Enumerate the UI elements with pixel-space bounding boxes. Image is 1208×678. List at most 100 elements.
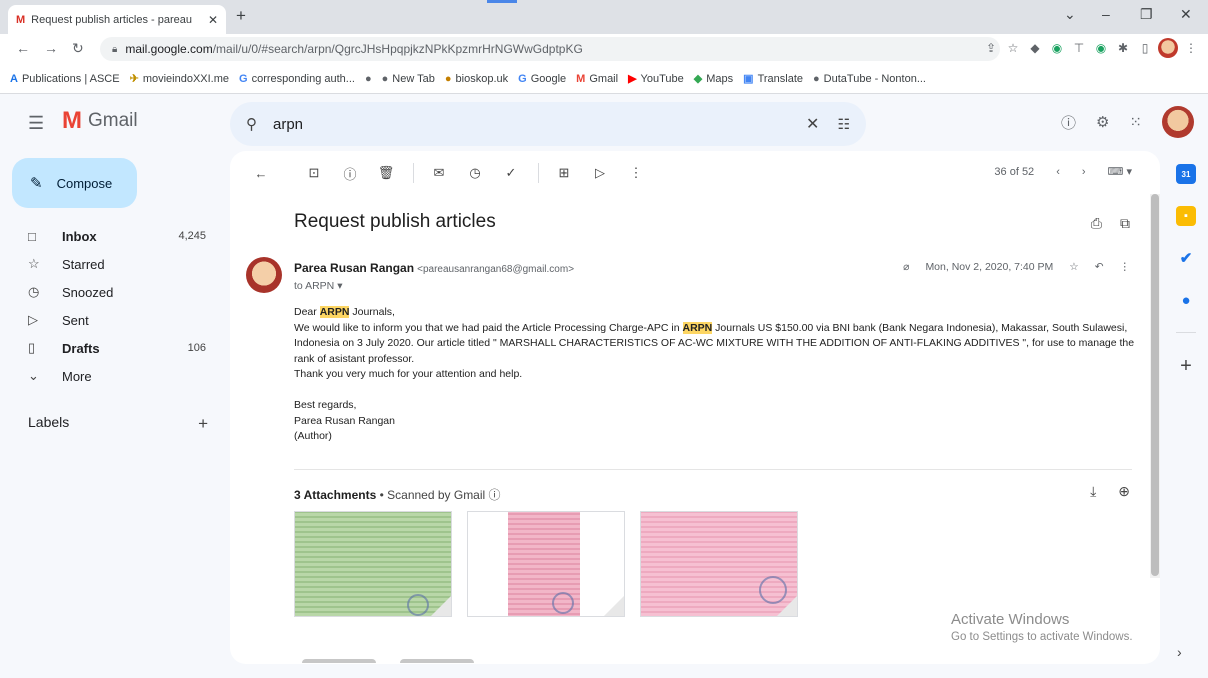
grammarly-extension-icon[interactable]: ◉ [1048,39,1066,57]
archive-icon[interactable]: ⊡ [301,165,327,181]
scrollbar-thumb[interactable] [1151,194,1159,576]
email-date: Mon, Nov 2, 2020, 7:40 PM [925,261,1054,273]
recipients-toggle[interactable]: to ARPN ▾ [294,280,342,292]
star-icon[interactable]: ☆ [1069,261,1078,273]
back-to-search-icon[interactable]: ← [248,166,274,181]
sidebar-item-sent[interactable]: ▷ Sent [0,306,222,334]
extension-icon[interactable]: ◆ [1026,39,1044,57]
clear-search-icon[interactable]: ✕ [806,114,819,134]
bookmark-item[interactable]: ● New Tab [380,73,437,85]
back-icon[interactable]: ← [16,40,30,56]
compose-button[interactable]: ✎ Compose [12,158,137,208]
account-avatar[interactable] [1162,106,1194,138]
translate-icon: ▣ [743,73,754,85]
sidebar-item-inbox[interactable]: □ Inbox 4,245 [0,222,222,250]
bookmark-item[interactable]: ● DutaTube - Nonton... [811,73,928,85]
close-tab-icon[interactable]: ✕ [208,13,218,27]
expand-panel-icon[interactable]: › [1177,644,1182,660]
snooze-icon[interactable]: ◷ [462,165,488,181]
attachment-thumbnail[interactable] [294,511,452,617]
attachment-thumbnail[interactable] [640,511,798,617]
get-addons-icon[interactable]: + [1180,355,1192,378]
mark-unread-icon[interactable]: ✉ [426,165,452,181]
bookmark-item[interactable]: ● bioskop.uk [443,73,510,85]
contacts-icon[interactable]: ● [1176,290,1196,310]
bookmark-item[interactable]: G Google [516,73,568,85]
pencil-icon: ✎ [30,175,43,192]
open-in-new-window-icon[interactable]: ⧉ [1120,215,1130,232]
bookmark-item[interactable]: Gcorresponding auth... [237,73,357,85]
bookmark-item[interactable]: ▶ YouTube [626,72,686,86]
minimize-icon[interactable]: – [1102,6,1110,22]
address-bar[interactable]: 🔒︎ mail.google.com /mail/u/0/#search/arp… [100,37,1000,61]
bookmark-label: Maps [706,72,734,85]
maximize-icon[interactable]: ❐ [1140,6,1153,23]
inbox-icon: □ [28,228,36,244]
reload-icon[interactable]: ↻ [72,40,84,57]
share-icon[interactable]: ⇪ [982,39,1000,57]
info-icon[interactable]: ⓘ [489,488,501,502]
sidebar-item-more[interactable]: ⌄ More [0,362,222,390]
help-icon[interactable]: ⓘ [1061,112,1076,133]
keep-icon[interactable]: ▪ [1176,206,1196,226]
extension-green-icon[interactable]: ◉ [1092,39,1110,57]
add-to-tasks-icon[interactable]: ✓ [498,165,524,181]
bookmark-item[interactable]: ▣ Translate [741,72,805,86]
sidebar-item-drafts[interactable]: ▯ Drafts 106 [0,334,222,362]
attachment-paperclip-icon: ⌀ [903,261,910,273]
main-menu-icon[interactable]: ☰ [28,113,44,134]
input-tools-icon[interactable]: ⌨ ▾ [1108,165,1132,178]
reply-button[interactable] [302,659,376,663]
gmail-logo[interactable]: M Gmail [62,109,138,133]
forward-icon[interactable]: → [44,40,58,56]
label-icon[interactable]: ▷ [587,165,613,181]
tasks-icon[interactable]: ✔ [1176,248,1196,268]
bookmark-star-icon[interactable]: ☆ [1004,39,1022,57]
move-to-icon[interactable]: ⊞ [551,165,577,181]
page-fold [777,596,797,616]
print-icon[interactable]: ⎙ [1091,215,1102,232]
chrome-profile-avatar[interactable] [1158,38,1178,58]
download-all-icon[interactable]: ⤓ [1090,483,1096,500]
chrome-menu-icon[interactable]: ⋮ [1182,39,1200,57]
settings-gear-icon[interactable]: ⚙ [1096,113,1109,131]
add-label-icon[interactable]: + [198,414,208,434]
browser-tab[interactable]: M Request publish articles - pareau ✕ [8,5,226,34]
calendar-icon[interactable]: 31 [1176,164,1196,184]
search-options-icon[interactable]: ☷ [837,116,850,133]
search-bar[interactable]: ⚲ arpn ✕ ☷ [230,102,866,146]
add-to-drive-icon[interactable]: ⊕ [1118,483,1130,500]
reply-icon[interactable]: ↶ [1095,261,1104,273]
bookmark-item[interactable]: A Publications | ASCE [8,73,122,85]
new-tab-icon[interactable]: + [236,6,246,26]
search-input[interactable]: arpn [273,116,806,133]
report-spam-icon[interactable]: ⓘ [337,164,363,183]
sidebar-item-starred[interactable]: ☆ Starred [0,250,222,278]
side-panel-icon[interactable]: ▯ [1136,39,1154,57]
search-icon[interactable]: ⚲ [246,115,257,133]
sidebar-item-snoozed[interactable]: ◷ Snoozed [0,278,222,306]
google-icon: G [239,72,248,85]
more-actions-icon[interactable]: ⋮ [1120,261,1131,273]
forward-button[interactable] [400,659,474,663]
bookmark-item[interactable]: ● [363,73,374,85]
extensions-puzzle-icon[interactable]: ✱ [1114,39,1132,57]
attachment-thumbnail[interactable] [467,511,625,617]
sender-avatar[interactable] [246,257,282,293]
sender-name[interactable]: Parea Rusan Rangan [294,261,414,275]
chevron-right-icon[interactable]: › [1082,166,1086,178]
unread-count: 4,245 [178,230,206,242]
apps-grid-icon[interactable]: ⁙ [1129,113,1142,131]
translate-extension-icon[interactable]: ⊤ [1070,39,1088,57]
bookmark-item[interactable]: M Gmail [574,73,620,85]
bookmark-item[interactable]: ✈ movieindoXXI.me [128,72,231,86]
bookmark-item[interactable]: ◆ Maps [692,72,735,86]
more-options-icon[interactable]: ⋮ [623,165,649,181]
close-window-icon[interactable]: ✕ [1180,6,1192,23]
chevron-left-icon[interactable]: ‹ [1056,166,1060,178]
pager: 36 of 52 ‹ › ⌨ ▾ [994,165,1132,179]
tab-search-icon[interactable]: ⌄ [1064,6,1076,23]
bookmarks-bar: A Publications | ASCE ✈ movieindoXXI.me Gc… [0,64,1208,94]
delete-icon[interactable]: 🗑︎ [373,165,399,181]
closing: Best regards, [294,399,357,411]
